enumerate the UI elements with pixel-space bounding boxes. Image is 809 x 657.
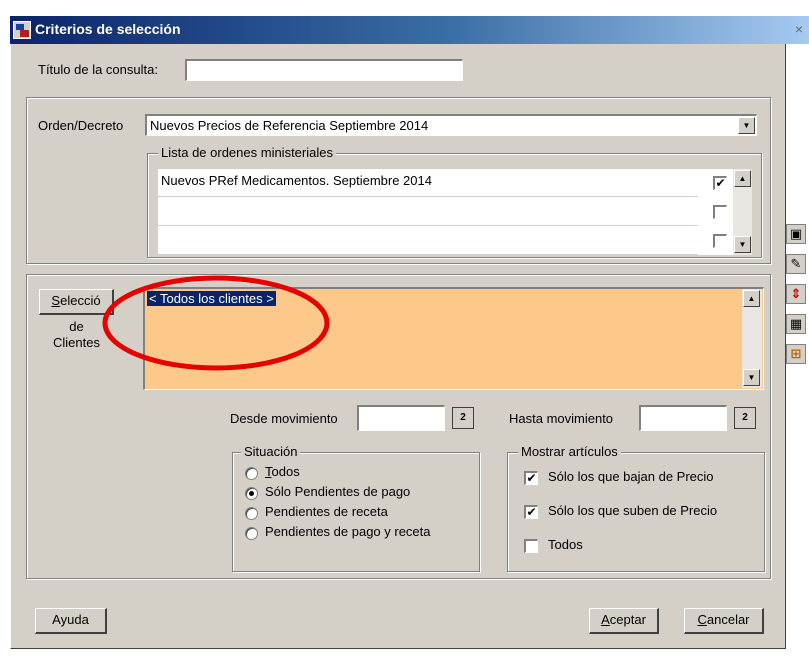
radio-label[interactable]: Pendientes de pago y receta <box>265 524 431 539</box>
scroll-down-icon[interactable]: ▼ <box>734 236 751 253</box>
radio-label[interactable]: Pendientes de receta <box>265 504 388 519</box>
lista-scrollbar[interactable]: ▲ ▼ <box>733 169 752 255</box>
radio-label[interactable]: Sólo Pendientes de pago <box>265 484 410 499</box>
situacion-legend: Situación <box>241 444 301 459</box>
radio-todos[interactable] <box>245 467 258 480</box>
lista-row-checkbox[interactable] <box>713 205 727 219</box>
list-item[interactable] <box>158 198 698 226</box>
radio-pendientes-pago-receta[interactable] <box>245 527 258 540</box>
lista-table: Nuevos PRef Medicamentos. Septiembre 201… <box>158 169 698 255</box>
consulta-label: Título de la consulta: <box>38 62 158 77</box>
orden-panel: Orden/Decreto Nuevos Precios de Referenc… <box>26 97 771 264</box>
tree-icon[interactable]: ⊞ <box>786 344 806 364</box>
lista-row-checkbox[interactable] <box>713 234 727 248</box>
checkbox-label[interactable]: Sólo los que bajan de Precio <box>548 469 714 484</box>
edit-icon[interactable]: ✎ <box>786 254 806 274</box>
desde-input[interactable] <box>357 405 445 431</box>
checkbox-bajan[interactable]: ✔ <box>524 471 538 485</box>
scroll-up-icon[interactable]: ▲ <box>734 170 751 187</box>
hasta-label: Hasta movimiento <box>509 411 614 426</box>
orden-label: Orden/Decreto <box>38 118 124 133</box>
calendar-icon[interactable]: 2 <box>734 407 756 429</box>
orden-select[interactable]: Nuevos Precios de Referencia Septiembre … <box>145 114 757 136</box>
desde-label: Desde movimiento <box>230 411 338 426</box>
lista-row-checkbox[interactable]: ✔ <box>713 176 727 190</box>
window-title: Criterios de selección <box>35 21 181 37</box>
close-icon[interactable]: × <box>790 20 808 38</box>
fit-height-icon[interactable]: ⇕ <box>786 284 806 304</box>
lista-group: Lista de ordenes ministeriales Nuevos PR… <box>147 145 762 258</box>
orden-selected-value: Nuevos Precios de Referencia Septiembre … <box>150 118 429 133</box>
list-item[interactable]: Nuevos PRef Medicamentos. Septiembre 201… <box>158 169 698 197</box>
chevron-down-icon[interactable]: ▼ <box>738 117 755 134</box>
cancelar-button[interactable]: Cancelar <box>684 608 764 634</box>
checkbox-label[interactable]: Sólo los que suben de Precio <box>548 503 717 518</box>
calendar-icon[interactable]: 2 <box>452 407 474 429</box>
scroll-up-icon[interactable]: ▲ <box>743 290 760 307</box>
lista-check-column: ✔ <box>698 169 733 255</box>
app-icon <box>13 21 31 39</box>
radio-label[interactable]: Todos <box>265 464 300 479</box>
mostrar-group: Mostrar artículos ✔ Sólo los que bajan d… <box>507 444 765 572</box>
consulta-input[interactable] <box>185 59 463 81</box>
highlight-ellipse <box>102 275 330 371</box>
checkbox-suben[interactable]: ✔ <box>524 505 538 519</box>
window-title-bar[interactable]: Criterios de selección × <box>10 16 809 44</box>
grid-icon[interactable]: ▦ <box>786 314 806 334</box>
situacion-group: Situación Todos Sólo Pendientes de pago … <box>232 444 480 572</box>
mostrar-legend: Mostrar artículos <box>518 444 621 459</box>
checkbox-label[interactable]: Todos <box>548 537 583 552</box>
ayuda-button[interactable]: Ayuda <box>35 608 107 634</box>
radio-pendientes-pago[interactable] <box>245 487 258 500</box>
hasta-input[interactable] <box>639 405 727 431</box>
lista-legend: Lista de ordenes ministeriales <box>158 145 336 160</box>
scroll-down-icon[interactable]: ▼ <box>743 369 760 386</box>
save-icon[interactable]: ▣ <box>786 224 806 244</box>
aceptar-button[interactable]: Aceptar <box>589 608 659 634</box>
checkbox-todos[interactable] <box>524 539 538 553</box>
list-item[interactable] <box>158 227 698 255</box>
radio-pendientes-receta[interactable] <box>245 507 258 520</box>
clientes-scrollbar[interactable]: ▲ ▼ <box>742 289 762 388</box>
